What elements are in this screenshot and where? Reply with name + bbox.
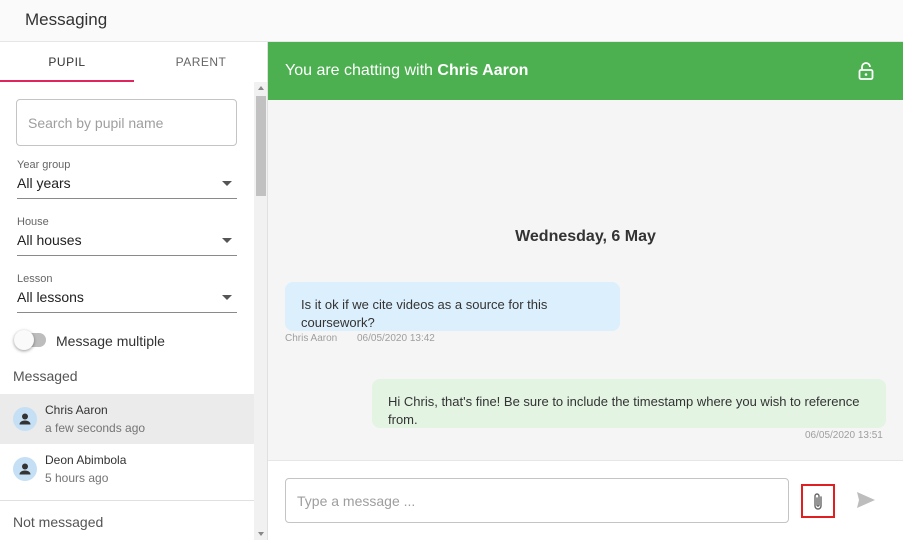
chat-header: You are chatting with Chris Aaron — [268, 42, 903, 100]
message-composer — [268, 460, 903, 540]
message-timestamp: 06/05/2020 13:42 — [357, 333, 435, 344]
contact-item-deon-abimbola[interactable]: Deon Abimbola 5 hours ago — [0, 444, 254, 494]
contact-item-chris-aaron[interactable]: Chris Aaron a few seconds ago — [0, 394, 254, 444]
attach-button[interactable] — [801, 484, 835, 518]
date-separator: Wednesday, 6 May — [515, 228, 656, 245]
not-messaged-heading: Not messaged — [13, 514, 104, 530]
chat-panel: You are chatting with Chris Aaron Wednes… — [268, 42, 903, 540]
outgoing-message-bubble: Hi Chris, that's fine! Be sure to includ… — [372, 379, 886, 428]
year-group-select[interactable]: Year group All years — [17, 159, 237, 199]
contact-name: Deon Abimbola — [45, 453, 127, 467]
scrollbar-thumb[interactable] — [256, 96, 266, 196]
chevron-down-icon — [222, 295, 232, 300]
sidebar-scrollbar[interactable] — [254, 82, 267, 540]
lesson-value: All lessons — [17, 289, 84, 305]
message-multiple-label: Message multiple — [56, 333, 165, 349]
house-label: House — [17, 216, 49, 228]
contact-time: a few seconds ago — [45, 421, 146, 435]
pupil-search-input[interactable] — [17, 100, 236, 145]
contact-time: 5 hours ago — [45, 471, 109, 485]
sidebar: PUPIL PARENT Year group All years House … — [0, 42, 268, 540]
chevron-down-icon — [222, 181, 232, 186]
contact-name: Chris Aaron — [45, 403, 108, 417]
incoming-message-bubble: Is it ok if we cite videos as a source f… — [285, 282, 620, 331]
section-divider — [0, 500, 254, 501]
scroll-down-arrow-icon[interactable] — [258, 532, 264, 536]
paperclip-icon — [814, 493, 822, 510]
app-title: Messaging — [25, 10, 108, 29]
message-sender: Chris Aaron — [285, 333, 338, 344]
house-select[interactable]: House All houses — [17, 216, 237, 256]
chat-header-prefix: You are chatting with — [285, 62, 433, 79]
send-icon[interactable] — [856, 491, 876, 509]
messaged-heading: Messaged — [13, 368, 78, 384]
house-value: All houses — [17, 232, 82, 248]
toggle-knob — [14, 330, 34, 350]
chat-header-text: You are chatting with Chris Aaron — [285, 62, 528, 80]
message-input[interactable] — [286, 479, 788, 522]
tab-parent[interactable]: PARENT — [134, 42, 267, 82]
pupil-search-field — [16, 99, 237, 146]
year-group-value: All years — [17, 175, 71, 191]
chevron-down-icon — [222, 238, 232, 243]
person-icon — [13, 407, 37, 431]
scroll-up-arrow-icon[interactable] — [258, 86, 264, 90]
tab-bar: PUPIL PARENT — [0, 42, 267, 82]
tab-pupil[interactable]: PUPIL — [0, 42, 134, 82]
year-group-label: Year group — [17, 159, 71, 171]
lock-open-icon[interactable] — [858, 62, 874, 80]
lesson-label: Lesson — [17, 273, 53, 285]
app-bar: Messaging — [0, 0, 903, 42]
message-field — [285, 478, 789, 523]
lesson-select[interactable]: Lesson All lessons — [17, 273, 237, 313]
person-icon — [13, 457, 37, 481]
message-timestamp: 06/05/2020 13:51 — [805, 430, 883, 441]
message-multiple-toggle[interactable] — [14, 330, 46, 350]
chat-header-name: Chris Aaron — [437, 62, 529, 79]
